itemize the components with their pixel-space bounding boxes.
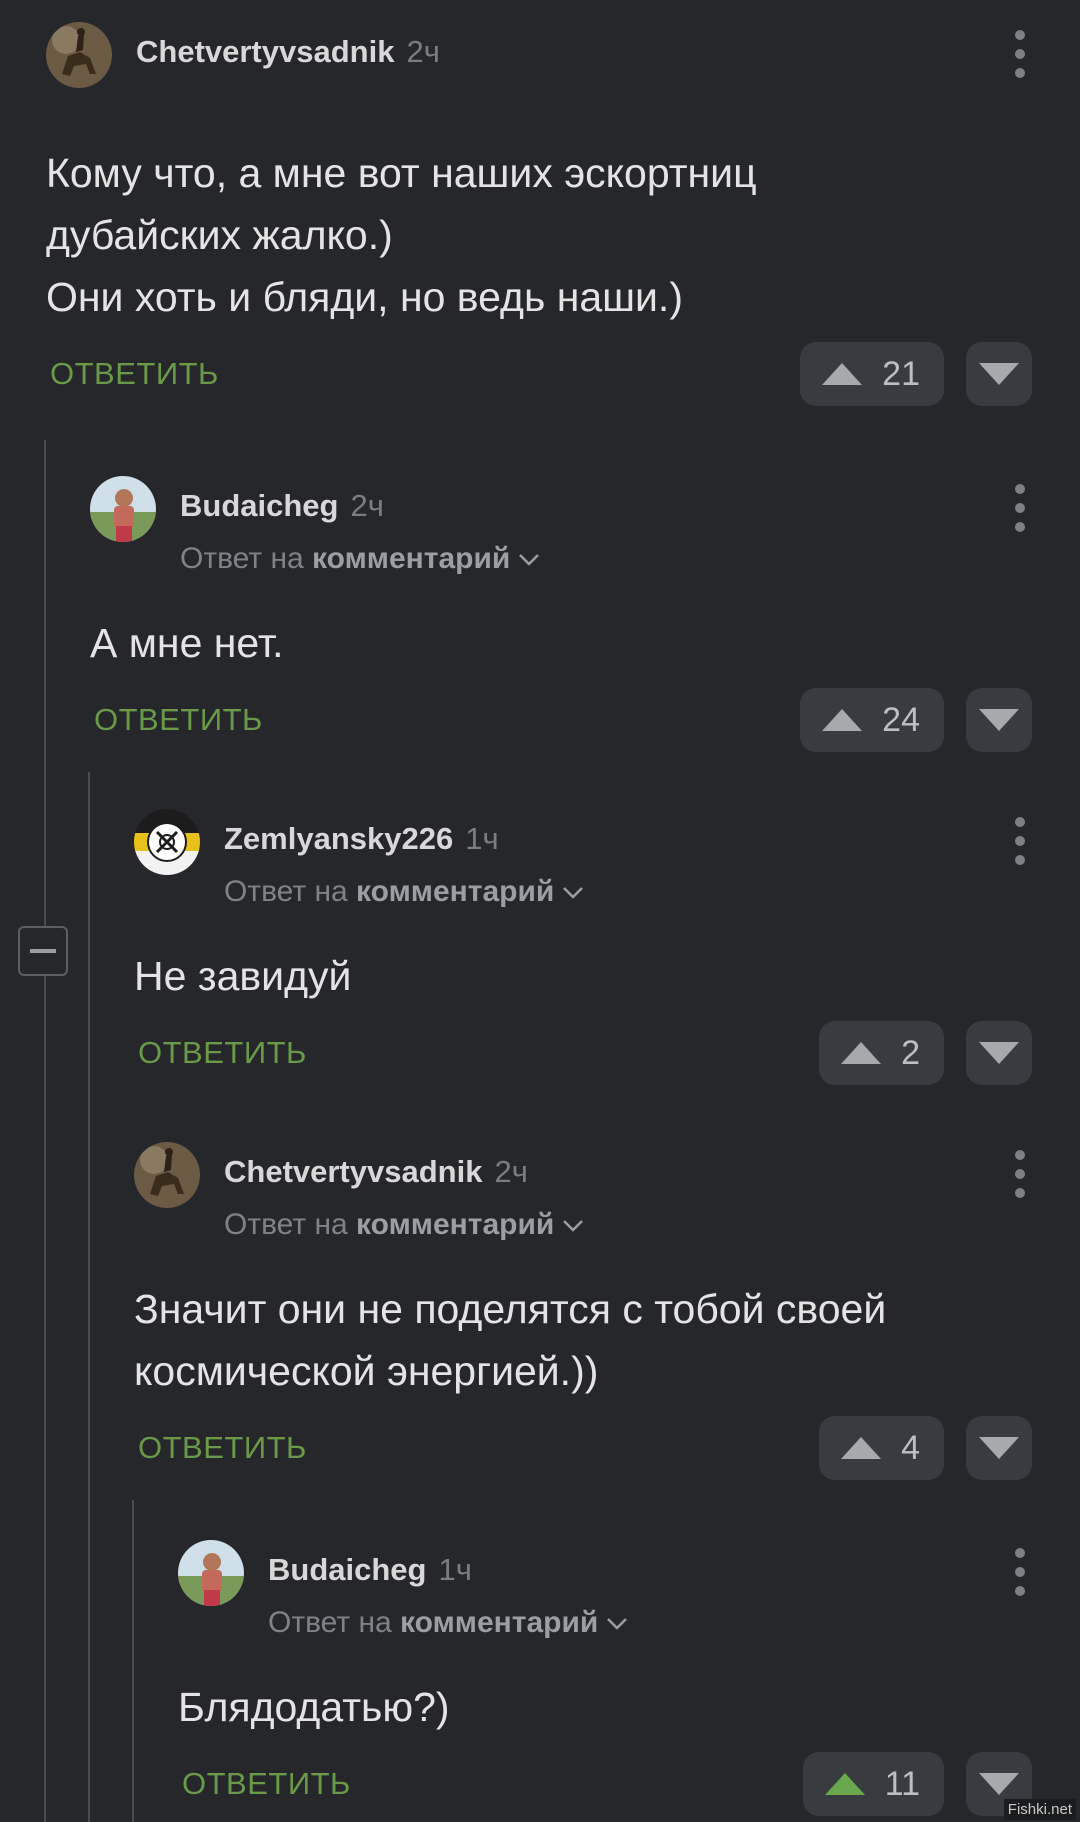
arrow-down-icon: [979, 1773, 1019, 1795]
thread-line-level-2: [88, 772, 90, 1822]
horseman-avatar[interactable]: [134, 1142, 200, 1208]
arrow-down-icon: [979, 363, 1019, 385]
chevron-down-icon[interactable]: [562, 886, 584, 900]
arrow-up-icon: [822, 709, 863, 731]
reply-button[interactable]: ОТВЕТИТЬ: [94, 702, 263, 738]
comment: Zemlyansky226 1ч Ответ на комментарий Не …: [134, 809, 1032, 1085]
arrow-down-icon: [979, 1437, 1019, 1459]
upvote-button[interactable]: 4: [819, 1416, 944, 1480]
chevron-down-icon[interactable]: [606, 1617, 628, 1631]
reply-to-info: Ответ на комментарий: [180, 542, 540, 576]
reply-button[interactable]: ОТВЕТИТЬ: [138, 1035, 307, 1071]
reply-button[interactable]: ОТВЕТИТЬ: [138, 1430, 307, 1466]
rating-count: 21: [882, 354, 920, 393]
upvote-button[interactable]: 2: [819, 1021, 944, 1085]
comment-time: 1ч: [438, 1552, 472, 1587]
watermark: Fishki.net: [1003, 1799, 1076, 1820]
comment-text: Значит они не поделятся с тобой своей ко…: [134, 1286, 887, 1394]
thread-line-level-3: [132, 1500, 134, 1822]
more-options-icon[interactable]: [1008, 1150, 1032, 1198]
reply-button[interactable]: ОТВЕТИТЬ: [182, 1766, 351, 1802]
author-name[interactable]: Chetvertyvsadnik 2ч: [224, 1154, 528, 1190]
reply-button[interactable]: ОТВЕТИТЬ: [50, 356, 219, 392]
person-photo-avatar[interactable]: [178, 1540, 244, 1606]
downvote-button[interactable]: [966, 1021, 1032, 1085]
emblem-avatar[interactable]: [134, 809, 200, 875]
comment-text: Не завидуй: [134, 953, 352, 999]
arrow-down-icon: [979, 1042, 1019, 1064]
reply-to-info: Ответ на комментарий: [224, 875, 584, 909]
comment: Budaicheg 2ч Ответ на комментарий А мне н…: [90, 476, 1032, 752]
comment-text: Блядодатью?): [178, 1684, 450, 1730]
arrow-up-icon: [841, 1437, 882, 1459]
author-name[interactable]: Budaicheg 2ч: [180, 488, 384, 524]
chevron-down-icon[interactable]: [518, 553, 540, 567]
upvote-button[interactable]: 21: [800, 342, 944, 406]
rating-count: 24: [882, 700, 920, 739]
thread-line-level-1: [44, 440, 46, 1822]
chevron-down-icon[interactable]: [562, 1219, 584, 1233]
comment-time: 2ч: [350, 488, 384, 523]
comment: Budaicheg 1ч Ответ на комментарий Блядода…: [178, 1540, 1032, 1816]
rating-count: 2: [901, 1033, 920, 1072]
parent-comment-link[interactable]: комментарий: [400, 1606, 598, 1639]
author-name[interactable]: Budaicheg 1ч: [268, 1552, 472, 1588]
downvote-button[interactable]: [966, 1416, 1032, 1480]
comment-time: 2ч: [406, 34, 440, 69]
arrow-up-icon: [822, 363, 863, 385]
reply-to-info: Ответ на комментарий: [268, 1606, 628, 1640]
comment-time: 2ч: [494, 1154, 528, 1189]
arrow-up-icon: [824, 1773, 865, 1795]
minus-icon: [30, 949, 56, 953]
collapse-thread-button[interactable]: [18, 926, 68, 976]
parent-comment-link[interactable]: комментарий: [356, 875, 554, 908]
more-options-icon[interactable]: [1008, 30, 1032, 78]
rating-count: 4: [901, 1428, 920, 1467]
horseman-avatar[interactable]: [46, 22, 112, 88]
reply-to-info: Ответ на комментарий: [224, 1208, 584, 1242]
downvote-button[interactable]: [966, 688, 1032, 752]
author-name[interactable]: Zemlyansky226 1ч: [224, 821, 499, 857]
parent-comment-link[interactable]: комментарий: [356, 1208, 554, 1241]
comment-text: Кому что, а мне вот наших эскортниц дуба…: [46, 150, 757, 320]
more-options-icon[interactable]: [1008, 817, 1032, 865]
upvote-button[interactable]: 24: [800, 688, 944, 752]
more-options-icon[interactable]: [1008, 484, 1032, 532]
comment: Chetvertyvsadnik 2ч Кому что, а мне вот н…: [46, 22, 1032, 406]
rating-count: 11: [884, 1764, 920, 1803]
upvote-button[interactable]: 11: [802, 1752, 944, 1816]
comment-time: 1ч: [465, 821, 499, 856]
downvote-button[interactable]: [966, 342, 1032, 406]
arrow-down-icon: [979, 709, 1019, 731]
more-options-icon[interactable]: [1008, 1548, 1032, 1596]
comment-text: А мне нет.: [90, 620, 284, 666]
person-photo-avatar[interactable]: [90, 476, 156, 542]
parent-comment-link[interactable]: комментарий: [312, 542, 510, 575]
arrow-up-icon: [841, 1042, 882, 1064]
author-name[interactable]: Chetvertyvsadnik 2ч: [136, 34, 440, 70]
comment: Chetvertyvsadnik 2ч Ответ на комментарий …: [134, 1142, 1032, 1480]
